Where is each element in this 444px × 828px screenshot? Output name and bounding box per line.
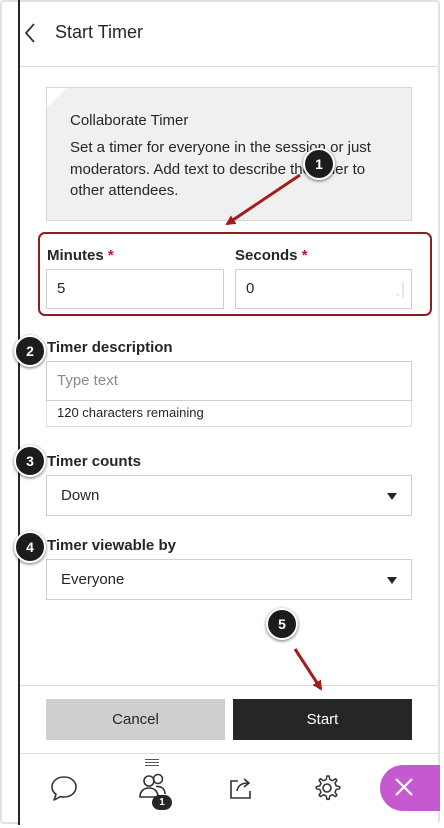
minutes-input[interactable]: 5 [46, 269, 224, 309]
dropdown-caret-icon [387, 577, 397, 584]
page-fold-decoration [47, 88, 67, 108]
cancel-button[interactable]: Cancel [46, 699, 225, 740]
seconds-value: 0 [246, 280, 255, 297]
attendee-count-badge: 1 [152, 795, 172, 810]
info-title: Collaborate Timer [70, 112, 189, 129]
timer-counts-value: Down [61, 487, 100, 504]
info-body: Set a timer for everyone in the session … [70, 139, 371, 199]
share-content-icon[interactable] [226, 773, 256, 803]
timer-description-label: Timer description [47, 339, 173, 356]
callout-marker-3: 3 [14, 445, 46, 477]
callout-marker-5: 5 [266, 608, 298, 640]
seconds-label: Seconds * [235, 247, 308, 264]
seconds-input[interactable]: 0 [235, 269, 412, 309]
description-placeholder: Type text [57, 372, 118, 389]
timer-counts-select[interactable]: Down [46, 475, 412, 516]
timer-viewable-label: Timer viewable by [47, 537, 176, 554]
dropdown-caret-icon [387, 493, 397, 500]
start-button[interactable]: Start [233, 699, 412, 740]
settings-icon[interactable] [312, 773, 342, 803]
timer-description-input[interactable]: Type text [46, 361, 412, 401]
chat-icon[interactable] [49, 773, 79, 803]
left-divider [18, 0, 20, 825]
minutes-label: Minutes * [47, 247, 114, 264]
back-button[interactable] [20, 20, 42, 46]
required-mark: * [301, 247, 308, 264]
info-panel: Collaborate Timer Set a timer for everyo… [46, 87, 412, 221]
callout-marker-1: 1 [303, 148, 335, 180]
chevron-left-icon [24, 23, 35, 43]
drag-handle-icon[interactable] [145, 759, 159, 766]
callout-marker-4: 4 [14, 531, 46, 563]
callout-marker-2: 2 [14, 335, 46, 367]
page-title: Start Timer [55, 22, 144, 42]
footer-divider [20, 685, 438, 686]
resize-handle-icon [396, 282, 404, 298]
close-button[interactable] [380, 765, 440, 811]
close-icon [395, 778, 413, 796]
timer-counts-label: Timer counts [47, 453, 141, 470]
required-mark: * [107, 247, 114, 264]
characters-remaining: 120 characters remaining [46, 401, 412, 427]
timer-viewable-select[interactable]: Everyone [46, 559, 412, 600]
timer-viewable-value: Everyone [61, 571, 125, 588]
